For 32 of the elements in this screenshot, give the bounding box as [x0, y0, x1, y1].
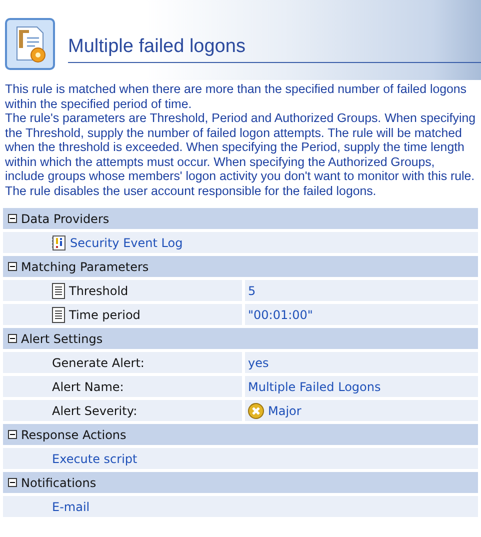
section-title: Alert Settings	[21, 332, 103, 346]
parameter-value: Multiple Failed Logons	[248, 380, 381, 394]
section-title: Response Actions	[21, 428, 126, 442]
log-book-icon	[52, 234, 66, 250]
description-text: The rule disables the user account responsible for the failed logons.	[5, 184, 378, 198]
parameter-label: Alert Severity:	[52, 404, 138, 418]
collapse-icon[interactable]	[8, 214, 17, 223]
section-title: Notifications	[21, 476, 96, 490]
provider-link[interactable]: Security Event Log	[70, 236, 183, 250]
action-link[interactable]: Execute script	[52, 452, 138, 466]
parameter-label: Threshold	[69, 284, 128, 298]
parameter-label: Generate Alert:	[52, 356, 144, 370]
collapse-icon[interactable]	[8, 262, 17, 271]
document-icon	[52, 282, 65, 298]
action-link[interactable]: E-mail	[52, 500, 90, 514]
description-text: This rule is matched when there are more than the specified number of failed logons within the specified period of time.	[5, 82, 468, 111]
parameter-value: 5	[248, 284, 256, 298]
parameter-value: "00:01:00"	[248, 308, 313, 322]
section-title: Data Providers	[21, 212, 110, 226]
parameter-value: yes	[248, 356, 269, 370]
collapse-icon[interactable]	[8, 430, 17, 439]
description-text: The rule's parameters are Threshold, Period and Authorized Groups. When specifying the Threshold, supply the number of failed logon attempts. The rule will be matched when the threshold is exceeded. When specifying the Period, supply the time length within which the attempts must occur. When specifying the Authorized Groups, include groups whose members' logon activity you don't want to monitor with this rule.	[5, 111, 476, 184]
page-title: Multiple failed logons	[68, 36, 246, 58]
collapse-icon[interactable]	[8, 334, 17, 343]
document-icon	[52, 306, 65, 322]
parameter-value: Major	[268, 404, 302, 418]
collapse-icon[interactable]	[8, 478, 17, 487]
parameter-label: Alert Name:	[52, 380, 124, 394]
warning-cross-icon	[248, 402, 264, 418]
parameter-label: Time period	[69, 308, 140, 322]
section-title: Matching Parameters	[21, 260, 149, 274]
document-gear-icon	[5, 18, 55, 70]
